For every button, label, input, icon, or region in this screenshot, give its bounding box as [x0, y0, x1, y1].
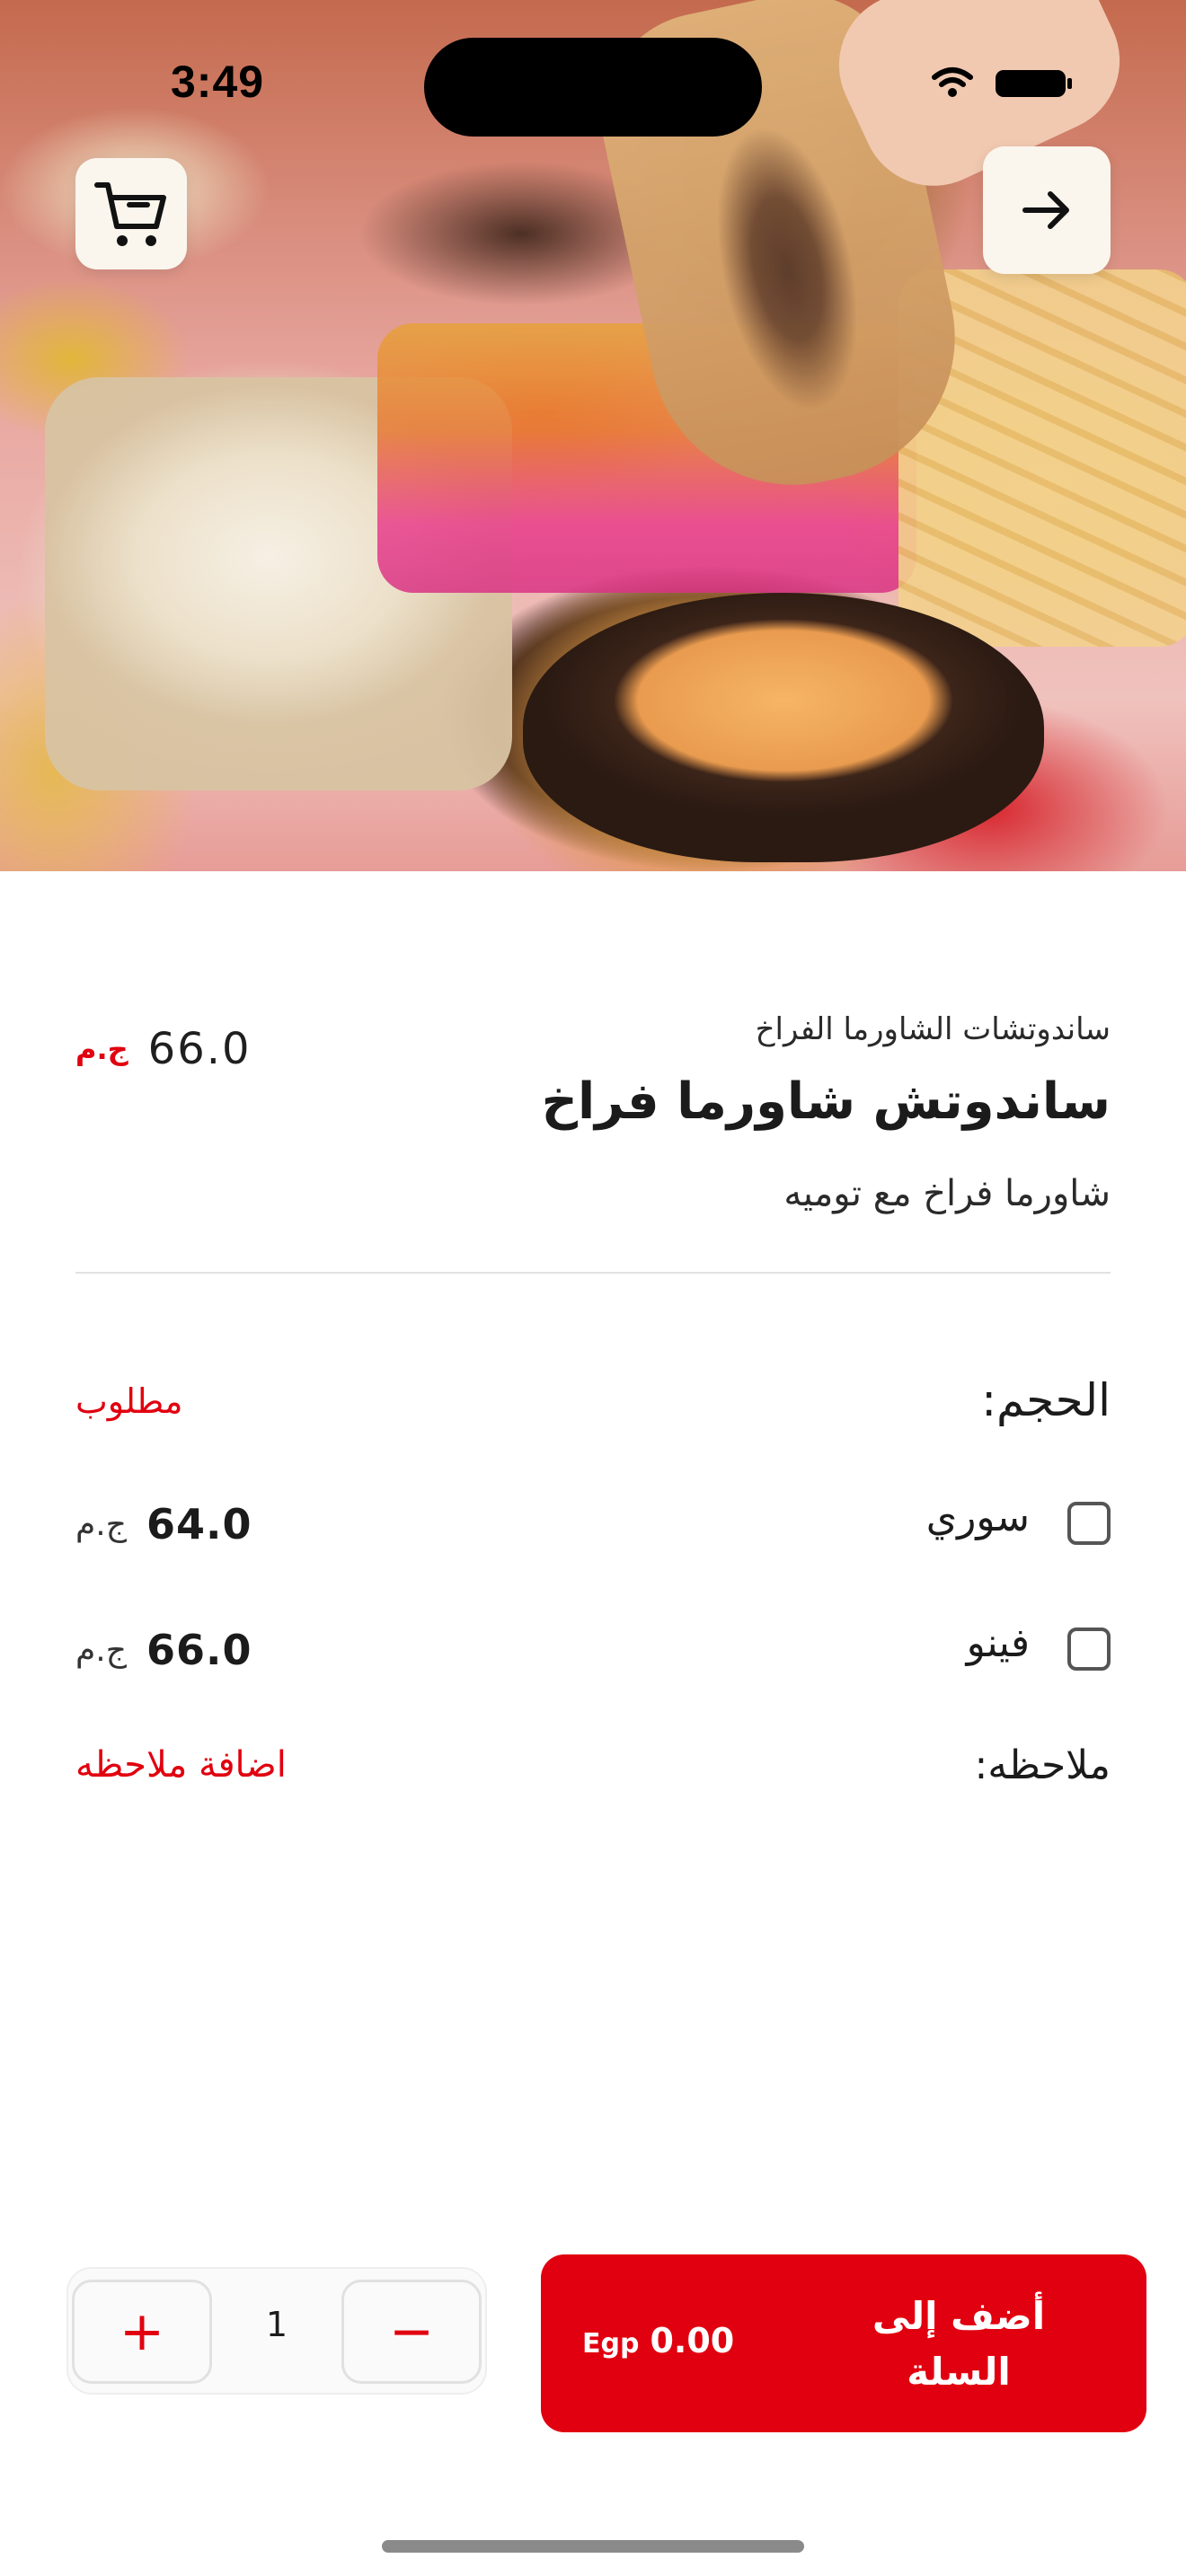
price-value: 66.0 [146, 1626, 252, 1674]
sauce-cup [523, 593, 1044, 862]
product-category: ساندوتشات الشاورما الفراخ [755, 1011, 1111, 1047]
product-description: شاورما فراخ مع توميه [783, 1173, 1111, 1214]
decrease-quantity-button[interactable]: − [341, 2280, 482, 2384]
price-value: 66.0 [147, 1024, 252, 1074]
wifi-icon [932, 67, 973, 97]
cart-button[interactable] [75, 158, 187, 269]
currency-label: ج.م [75, 1631, 127, 1669]
required-badge: مطلوب [75, 1381, 183, 1421]
price-value: 64.0 [146, 1500, 252, 1548]
cart-total: Egp 0.00 [582, 2321, 734, 2360]
dynamic-island [424, 38, 762, 137]
size-option-syrian[interactable]: سوري ج.م 64.0 [75, 1495, 1111, 1566]
checkbox[interactable] [1067, 1502, 1111, 1545]
size-section-title: الحجم: [981, 1374, 1111, 1426]
arrow-right-icon [1022, 191, 1069, 229]
option-name: فينو [966, 1620, 1030, 1666]
currency-label: ج.م [75, 1032, 128, 1066]
battery-icon [996, 70, 1072, 97]
quantity-stepper: + 1 − [66, 2267, 487, 2395]
currency-label: Egp [582, 2328, 640, 2360]
note-section-title: ملاحظه: [974, 1742, 1111, 1788]
option-name: سوري [925, 1495, 1030, 1540]
product-price: ج.م 66.0 [75, 1024, 252, 1074]
status-time: 3:49 [171, 57, 265, 107]
currency-label: ج.م [75, 1505, 127, 1543]
add-to-cart-label: أضف إلى السلة [872, 2294, 1046, 2394]
add-to-cart-button[interactable]: أضف إلى السلة Egp 0.00 [541, 2254, 1146, 2432]
home-indicator [382, 2540, 804, 2553]
status-icons [932, 67, 1072, 97]
price-value: 0.00 [650, 2321, 735, 2360]
shopping-cart-icon [94, 182, 166, 246]
product-title: ساندوتش شاورما فراخ [541, 1072, 1111, 1131]
size-option-fino[interactable]: فينو ج.م 66.0 [75, 1620, 1111, 1692]
option-price: ج.م 64.0 [75, 1500, 252, 1548]
option-price: ج.م 66.0 [75, 1626, 252, 1674]
product-details: ساندوتشات الشاورما الفراخ ساندوتش شاورما… [0, 871, 1186, 2576]
back-button[interactable] [983, 146, 1111, 274]
divider [75, 1272, 1111, 1274]
checkbox[interactable] [1067, 1628, 1111, 1671]
add-note-link[interactable]: اضافة ملاحظه [75, 1744, 287, 1786]
